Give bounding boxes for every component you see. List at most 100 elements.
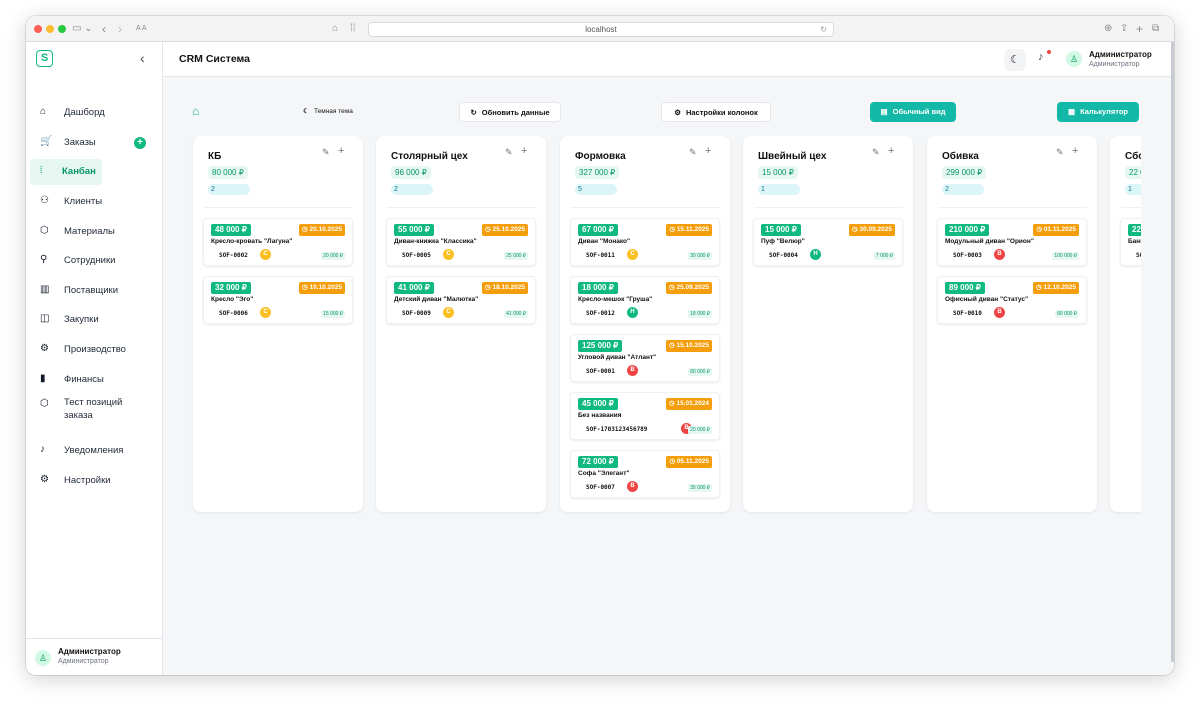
card-date-text: 10.10.2025 [309, 284, 342, 291]
order-card[interactable]: 15 000 ₽ ◷ 30.09.2025 Пуф "Велюр" SOF-0004 Н… [753, 218, 903, 266]
share-icon[interactable]: ⇪ [1120, 21, 1128, 37]
order-card[interactable]: 210 000 ₽ ◷ 01.11.2025 Модульный диван "Ор… [937, 218, 1087, 266]
minimize-window-button[interactable] [46, 25, 54, 33]
list-icon: ▤ [880, 107, 888, 116]
sidebar-item-4[interactable]: ⚇ Клиенты [26, 189, 163, 215]
edit-icon[interactable]: ✎ [1056, 147, 1064, 158]
text-size-icon[interactable]: A A [136, 21, 147, 37]
card-amount: 25 000 ₽ [504, 252, 528, 260]
gear-icon: ⚙ [674, 108, 681, 117]
refresh-label: Обновить данные [481, 108, 550, 117]
sidebar-item-8[interactable]: ◫ Закупки [26, 307, 163, 333]
logo[interactable]: S [36, 50, 53, 67]
add-card-icon[interactable]: + [338, 145, 344, 157]
card-name: Модульный диван "Орион" [945, 238, 1034, 245]
tabs-overview-icon[interactable]: ⧉ [1152, 21, 1159, 37]
sidebar-item-13[interactable]: ⚙ Настройки [26, 468, 163, 494]
box-icon: ⬡ [40, 225, 49, 236]
sidebar-item-1[interactable]: ⌂ Дашборд [26, 100, 163, 126]
sidebar-item-12[interactable]: ♪ Уведомления [26, 438, 163, 464]
column-total: 80 000 ₽ [208, 166, 248, 179]
theme-toggle-button[interactable]: ☾ Темная тема [296, 102, 360, 122]
scrollbar-thumb[interactable] [1171, 42, 1174, 662]
edit-icon[interactable]: ✎ [505, 147, 513, 158]
card-name: Без названия [578, 412, 622, 419]
card-price: 125 000 ₽ [578, 340, 623, 352]
add-card-icon[interactable]: + [521, 145, 527, 157]
user-name: Администратор [58, 647, 121, 656]
page-scrollbar[interactable] [1171, 42, 1174, 662]
column-title: Столярный цех [391, 151, 468, 162]
home-icon[interactable]: ⌂ [192, 104, 199, 118]
download-icon[interactable]: ⊕ [1104, 21, 1112, 37]
column-total: 96 000 ₽ [391, 166, 431, 179]
moon-icon[interactable]: ☾ [1004, 49, 1026, 71]
user-role: Администратор [58, 658, 109, 665]
refresh-button[interactable]: ↻ Обновить данные [459, 102, 561, 122]
sidebar-item-9[interactable]: ⚙ Производство [26, 337, 163, 363]
add-card-icon[interactable]: + [1072, 145, 1078, 157]
column-total: 327 000 ₽ [575, 166, 620, 179]
order-card[interactable]: 89 000 ₽ ◷ 12.10.2025 Офисный диван "Стату… [937, 276, 1087, 324]
sidebar-toggle-icon[interactable]: ▭ ⌄ [72, 21, 93, 37]
card-amount: 89 000 ₽ [1055, 310, 1079, 318]
bell-icon[interactable]: ♪ [1038, 51, 1044, 63]
card-price: 210 000 ₽ [945, 224, 990, 236]
order-card[interactable]: 41 000 ₽ ◷ 18.10.2025 Детский диван "Малют… [386, 276, 536, 324]
priority-badge: С [443, 307, 454, 318]
divider [204, 207, 353, 208]
sidebar-item-6[interactable]: ⚲ Сотрудники [26, 248, 163, 274]
sidebar-item-11[interactable]: ⬡ Тест позиций заказа [26, 392, 163, 430]
home-icon[interactable]: ⌂ [332, 21, 338, 37]
sidebar-user[interactable]: ♙ Администратор Администратор [26, 638, 163, 675]
new-tab-icon[interactable]: + [1136, 21, 1143, 37]
card-name: Диван-книжка "Классика" [394, 238, 477, 245]
sidebar-item-10[interactable]: ▮ Финансы [26, 367, 163, 393]
add-card-icon[interactable]: + [888, 145, 894, 157]
sidebar-item-7[interactable]: ▥ Поставщики [26, 278, 163, 304]
normal-view-button[interactable]: ▤ Обычный вид [870, 102, 956, 122]
card-date-text: 30.09.2025 [859, 226, 892, 233]
refresh-icon: ↻ [470, 108, 477, 117]
reload-icon[interactable]: ↻ [820, 23, 827, 36]
avatar[interactable]: ♙ [1066, 51, 1082, 67]
sidebar-item-label: Канбан [62, 166, 96, 177]
card-amount: 41 000 ₽ [504, 310, 528, 318]
collapse-sidebar-icon[interactable]: ‹ [140, 50, 145, 66]
edit-icon[interactable]: ✎ [872, 147, 880, 158]
priority-badge: Н [810, 249, 821, 260]
card-due-date: ◷ 15.11.2025 [666, 224, 712, 236]
forward-icon[interactable]: › [118, 21, 122, 37]
order-card[interactable]: 18 000 ₽ ◷ 25.09.2025 Кресло-мешок "Груша"… [570, 276, 720, 324]
edit-icon[interactable]: ✎ [689, 147, 697, 158]
add-card-icon[interactable]: + [705, 145, 711, 157]
card-id: SOF-0009 [402, 310, 431, 317]
order-card[interactable]: 125 000 ₽ ◷ 15.10.2025 Угловой диван "Атла… [570, 334, 720, 382]
card-due-date: ◷ 15.01.2024 [665, 398, 712, 410]
order-card[interactable]: 55 000 ₽ ◷ 25.10.2025 Диван-книжка "Класси… [386, 218, 536, 266]
close-window-button[interactable] [34, 25, 42, 33]
sidebar-item-2[interactable]: 🛒 Заказы + [26, 130, 163, 156]
kanban-board: КБ 80 000 ₽ 2 ✎ +48 000 ₽ ◷ 20.10.2025 Кресло-… [186, 136, 1141, 516]
back-icon[interactable]: ‹ [102, 21, 106, 37]
order-card[interactable]: 32 000 ₽ ◷ 10.10.2025 Кресло "Эго" SOF-0006… [203, 276, 353, 324]
edit-icon[interactable]: ✎ [322, 147, 330, 158]
card-due-date: ◷ 25.10.2025 [481, 224, 528, 236]
order-card[interactable]: 48 000 ₽ ◷ 20.10.2025 Кресло-кровать "Лагу… [203, 218, 353, 266]
sidebar-item-3[interactable]: ⦙ Канбан [30, 159, 102, 185]
address-bar[interactable]: localhost ↻ [368, 22, 834, 37]
sidebar-item-5[interactable]: ⬡ Материалы [26, 219, 163, 245]
add-order-button[interactable]: + [134, 137, 146, 149]
calculator-button[interactable]: ▦ Калькулятор [1057, 102, 1139, 122]
card-amount: 20 000 ₽ [688, 426, 712, 434]
card-amount: 15 000 ₽ [321, 310, 345, 318]
zoom-window-button[interactable] [58, 25, 66, 33]
order-card[interactable]: 67 000 ₽ ◷ 15.11.2025 Диван "Монако" SOF-00… [570, 218, 720, 266]
order-card[interactable]: 45 000 ₽ ◷ 15.01.2024 Без названия SOF-1703… [570, 392, 720, 440]
order-card[interactable]: 72 000 ₽ ◷ 05.11.2025 Софа "Элегант" SOF-00… [570, 450, 720, 498]
column-settings-button[interactable]: ⚙ Настройки колонок [661, 102, 771, 122]
card-name: Офисный диван "Статус" [945, 296, 1029, 303]
priority-badge: В [627, 365, 638, 376]
order-card[interactable]: 22 000 ₽ Банкетка SOF-0008 [1120, 218, 1141, 266]
grid-icon[interactable]: ⁞⁞ [350, 21, 356, 37]
